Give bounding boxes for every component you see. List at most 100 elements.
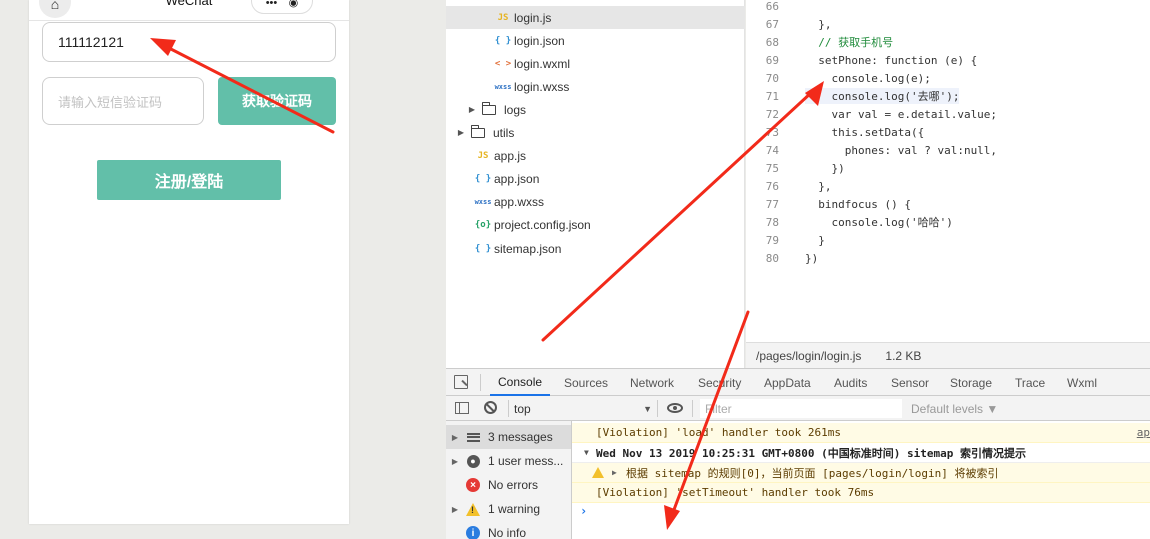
line-number: 79: [765, 233, 779, 247]
tab-audits[interactable]: Audits: [834, 369, 867, 396]
message-text: [Violation] 'setTimeout' handler took 76…: [596, 486, 875, 499]
context-value: top: [514, 401, 531, 416]
folder-icon: [482, 101, 496, 115]
more-icon[interactable]: •••: [266, 0, 278, 9]
file-name: app.js: [494, 148, 527, 163]
code-line: 77 bindfocus () {: [746, 195, 1150, 213]
file-item[interactable]: {o} project.config.json: [446, 213, 591, 236]
warning-icon: [592, 467, 604, 478]
context-select[interactable]: top ▼: [514, 399, 652, 418]
caret-right-icon[interactable]: ▶: [446, 433, 464, 442]
file-item[interactable]: { } login.json: [446, 29, 565, 52]
devtools-tabbar: Console Sources Network Security AppData…: [446, 368, 1150, 396]
user-icon: ●: [466, 454, 480, 468]
code-line: 75 }): [746, 159, 1150, 177]
wxml-icon: < >: [494, 58, 512, 69]
divider: [508, 400, 509, 417]
sidebar-item-user-messages[interactable]: ▶ ● 1 user mess...: [446, 449, 571, 473]
file-name: app.json: [494, 171, 540, 186]
console-output[interactable]: [Violation] 'load' handler took 261ms ap…: [572, 421, 1150, 539]
line-number: 75: [765, 161, 779, 175]
code-comment: // 获取手机号: [805, 36, 894, 49]
file-item[interactable]: JS app.js: [446, 144, 526, 167]
code-line: 67 },: [746, 15, 1150, 33]
file-item[interactable]: wxss app.wxss: [446, 190, 544, 213]
get-code-button[interactable]: 获取验证码: [218, 77, 336, 125]
eye-icon[interactable]: [667, 403, 683, 413]
warning-icon: [466, 502, 480, 516]
caret-right-icon[interactable]: ▶: [612, 468, 617, 477]
code-line: 72 var val = e.detail.value;: [746, 105, 1150, 123]
line-number: 76: [765, 179, 779, 193]
code-text: setPhone: function (e) {: [805, 53, 978, 67]
code-text: console.log('去哪');: [805, 88, 960, 104]
sidebar-item-messages[interactable]: ▶ 3 messages: [446, 425, 571, 449]
caret-right-icon[interactable]: ▶: [446, 505, 464, 514]
levels-dropdown[interactable]: Default levels ▼: [911, 399, 998, 418]
inspect-icon[interactable]: [454, 375, 468, 389]
file-item[interactable]: JS login.js: [446, 6, 745, 29]
sidebar-item-errors[interactable]: × No errors: [446, 473, 571, 497]
tab-console[interactable]: Console: [490, 369, 551, 396]
folder-icon: [471, 124, 485, 138]
file-name: login.json: [514, 33, 565, 48]
code-line: 69 setPhone: function (e) {: [746, 51, 1150, 69]
line-number: 77: [765, 197, 779, 211]
register-login-button[interactable]: 注册/登陆: [97, 160, 281, 200]
tab-appdata[interactable]: AppData: [764, 369, 811, 396]
sidebar-item-label: 1 user mess...: [488, 454, 564, 468]
tab-wxml[interactable]: Wxml: [1067, 369, 1097, 396]
tab-security[interactable]: Security: [698, 369, 741, 396]
sidebar-item-label: No info: [488, 526, 527, 539]
console-sidebar: ▶ 3 messages ▶ ● 1 user mess... × No err…: [446, 421, 572, 539]
divider: [657, 400, 658, 417]
sidebar-item-info[interactable]: i No info: [446, 521, 571, 539]
folder-name: logs: [504, 102, 527, 117]
line-number: 71: [765, 89, 779, 103]
console-prompt-icon[interactable]: ›: [580, 504, 587, 518]
file-name: sitemap.json: [494, 241, 562, 256]
file-item[interactable]: wxss login.wxss: [446, 75, 570, 98]
close-circle-icon[interactable]: ◉: [289, 0, 299, 9]
tab-storage[interactable]: Storage: [950, 369, 992, 396]
phone-input[interactable]: 111112121: [42, 22, 336, 62]
file-item[interactable]: { } sitemap.json: [446, 237, 562, 260]
tab-sources[interactable]: Sources: [564, 369, 608, 396]
file-name: app.wxss: [494, 194, 545, 209]
caret-right-icon[interactable]: ▶: [455, 128, 467, 137]
sidebar-item-label: 1 warning: [488, 502, 541, 516]
caret-right-icon[interactable]: ▶: [446, 457, 464, 466]
tab-network[interactable]: Network: [630, 369, 674, 396]
code-text: },: [805, 179, 832, 193]
editor-status-bar: /pages/login/login.js 1.2 KB: [746, 342, 1150, 368]
folder-item[interactable]: ▶ utils: [446, 121, 514, 144]
caret-down-icon[interactable]: ▼: [584, 448, 589, 457]
source-link[interactable]: ap: [1137, 426, 1150, 439]
code-line: 73 this.setData({: [746, 123, 1150, 141]
filter-input[interactable]: Filter: [700, 399, 902, 418]
sms-code-input[interactable]: 请输入短信验证码: [42, 77, 204, 125]
json-icon: { }: [494, 35, 512, 46]
file-path: /pages/login/login.js: [756, 348, 862, 363]
js-icon: JS: [477, 150, 489, 161]
file-item[interactable]: { } app.json: [446, 167, 540, 190]
code-line: 70 console.log(e);: [746, 69, 1150, 87]
code-text: bindfocus () {: [805, 197, 911, 211]
line-number: 68: [765, 35, 779, 49]
folder-name: utils: [493, 125, 515, 140]
tab-sensor[interactable]: Sensor: [891, 369, 929, 396]
folder-item[interactable]: ▶ logs: [446, 98, 526, 121]
file-item[interactable]: < > login.wxml: [446, 52, 570, 75]
code-line-highlighted: 71 console.log('去哪');: [746, 87, 1150, 105]
console-group[interactable]: ▼ Wed Nov 13 2019 10:25:31 GMT+0800 (中国标…: [572, 443, 1150, 463]
list-icon: [466, 432, 480, 442]
code-text: phones: val ? val:null,: [805, 143, 998, 157]
sidebar-toggle-icon[interactable]: [455, 402, 469, 414]
code-editor[interactable]: 66 67 }, 68 // 获取手机号 69 setPhone: functi…: [746, 0, 1150, 342]
caret-right-icon[interactable]: ▶: [466, 105, 478, 114]
clear-console-icon[interactable]: [484, 401, 497, 414]
capsule-menu[interactable]: ••• ◉: [251, 0, 313, 14]
line-number: 67: [765, 17, 779, 31]
sidebar-item-warnings[interactable]: ▶ 1 warning: [446, 497, 571, 521]
tab-trace[interactable]: Trace: [1015, 369, 1045, 396]
